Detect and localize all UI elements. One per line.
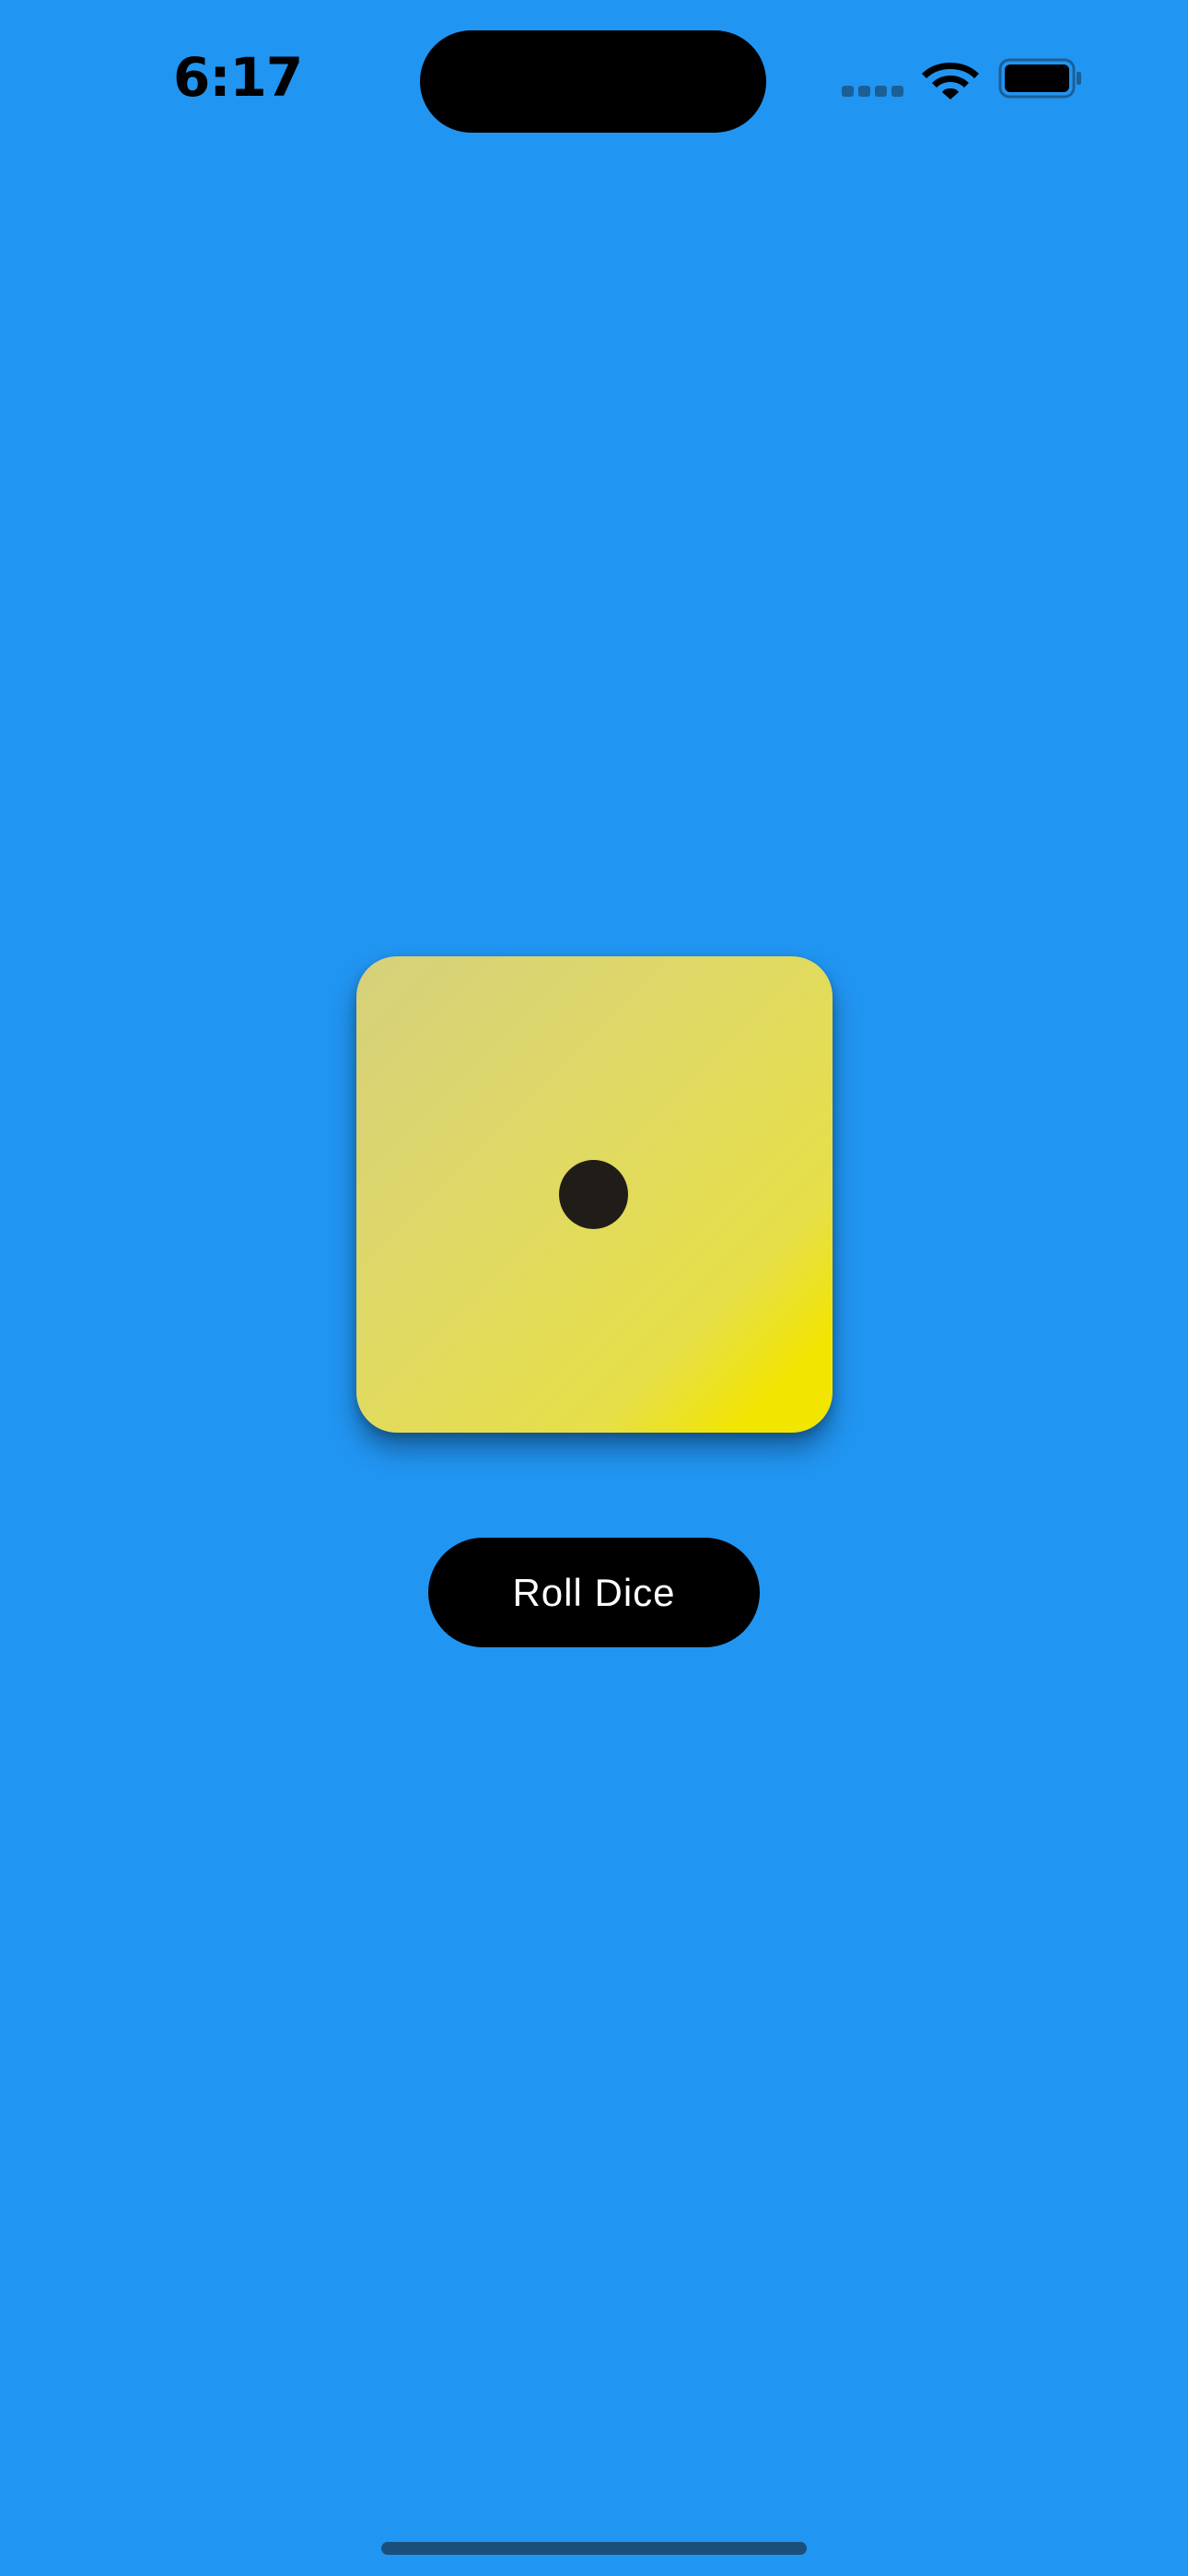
dynamic-island xyxy=(420,30,766,133)
roll-dice-button[interactable]: Roll Dice xyxy=(428,1538,760,1647)
wifi-icon xyxy=(922,63,979,100)
roll-dice-button-label: Roll Dice xyxy=(512,1570,676,1614)
dice-face xyxy=(356,956,833,1433)
home-indicator[interactable] xyxy=(381,2542,807,2555)
battery-icon xyxy=(998,58,1081,99)
status-bar: 6:17 xyxy=(0,0,1188,166)
cellular-signal-icon xyxy=(842,86,904,99)
dice-pip xyxy=(559,1160,628,1229)
status-time: 6:17 xyxy=(173,46,303,109)
